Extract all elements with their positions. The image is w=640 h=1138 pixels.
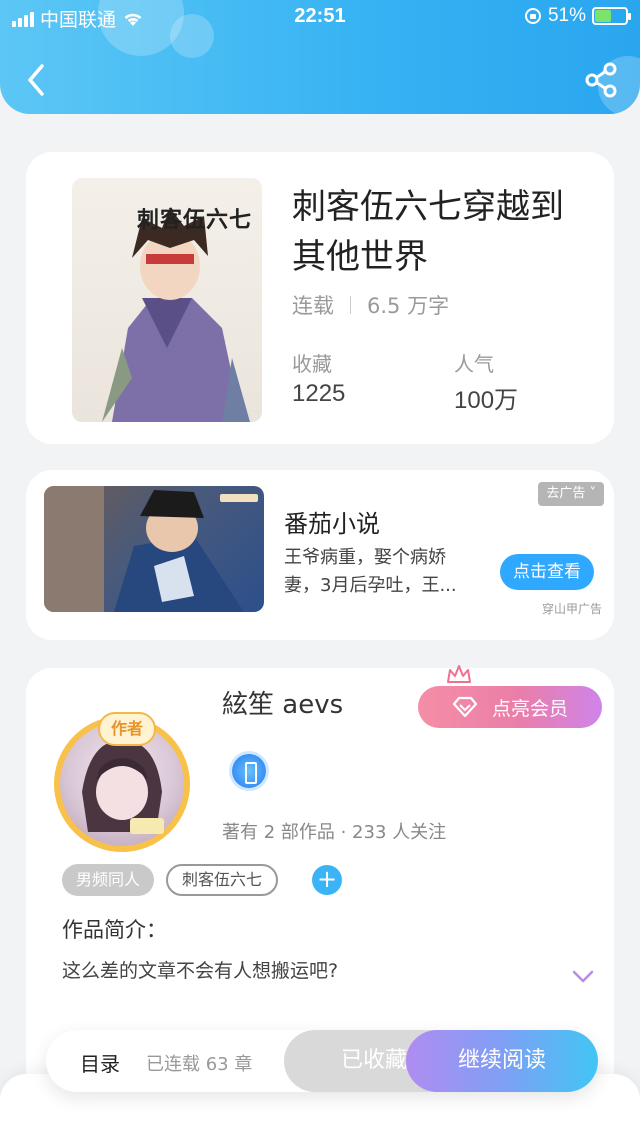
intro-text: 这么差的文章不会有人想搬运吧? — [62, 960, 339, 982]
chapter-count: 已连载 63 章 — [146, 1054, 253, 1075]
serial-status: 连载 — [292, 294, 334, 318]
popularity-label: 人气 — [454, 352, 494, 376]
remove-ad-button[interactable]: 去广告 ˅ — [538, 482, 604, 506]
vip-button-label: 点亮会员 — [491, 697, 568, 720]
meta-divider — [350, 296, 351, 314]
cover-title-text: 刺客伍六七 — [136, 207, 252, 233]
tag-chip[interactable]: 男频同人 — [62, 864, 155, 896]
tag-chip[interactable]: 刺客伍六七 — [166, 864, 279, 896]
continue-reading-button[interactable]: 继续阅读 — [406, 1030, 598, 1092]
top-header: 中国联通 22:51 51% — [0, 0, 640, 114]
author-works-info: 著有 2 部作品 · 233 人关注 — [222, 822, 447, 843]
chevron-down-icon[interactable] — [572, 970, 594, 984]
ad-illustration — [44, 486, 258, 612]
author-medal-icon[interactable] — [232, 754, 266, 788]
share-button[interactable] — [584, 62, 618, 98]
favorites-label: 收藏 — [292, 352, 332, 376]
ad-source-label: 穿山甲广告 — [541, 602, 602, 616]
battery-percent: 51% — [547, 5, 586, 26]
crown-icon — [447, 665, 471, 683]
favorites-value: 1225 — [292, 380, 346, 407]
tag-list: 男频同人 刺客伍六七 + — [62, 864, 343, 896]
book-title: 刺客伍六七穿越到其他世界 — [292, 187, 564, 277]
chevron-left-icon — [28, 64, 44, 96]
back-button[interactable] — [22, 62, 52, 98]
diamond-icon — [452, 696, 478, 718]
popularity-value: 100万 — [454, 387, 519, 414]
ad-card[interactable]: 去广告 ˅ 番茄小说 王爷病重，娶个病娇妻，3月后孕吐，王... 点击查看 穿山… — [26, 470, 614, 640]
ad-view-button[interactable]: 点击查看 — [500, 554, 594, 590]
author-badge: 作者 — [98, 712, 156, 746]
toc-button[interactable]: 目录 — [80, 1048, 120, 1077]
ad-app-name: 番茄小说 — [284, 510, 380, 538]
add-tag-button[interactable]: + — [312, 865, 343, 895]
battery-icon — [592, 7, 631, 25]
vip-button[interactable]: 点亮会员 — [418, 686, 602, 728]
orientation-lock-icon — [524, 8, 541, 24]
ad-description: 王爷病重，娶个病娇妻，3月后孕吐，王... — [284, 547, 457, 596]
bottom-action-bar: 目录 已连载 63 章 已收藏 继续阅读 — [46, 1030, 598, 1092]
intro-label: 作品简介： — [62, 918, 167, 942]
ad-image[interactable] — [44, 486, 264, 612]
word-count: 6.5 万字 — [367, 294, 450, 318]
status-bar: 中国联通 22:51 51% — [0, 0, 640, 34]
book-meta: 连载 6.5 万字 — [292, 290, 449, 320]
author-name: 絃笙 aevs — [222, 690, 344, 720]
book-info-card: 刺客伍六七 刺客伍六七穿越到其他世界 连载 6.5 万字 收藏 1225 人气 … — [26, 152, 614, 444]
book-cover-image[interactable]: 刺客伍六七 — [72, 178, 262, 422]
share-icon — [585, 62, 617, 98]
author-avatar[interactable]: 作者 — [54, 712, 190, 852]
